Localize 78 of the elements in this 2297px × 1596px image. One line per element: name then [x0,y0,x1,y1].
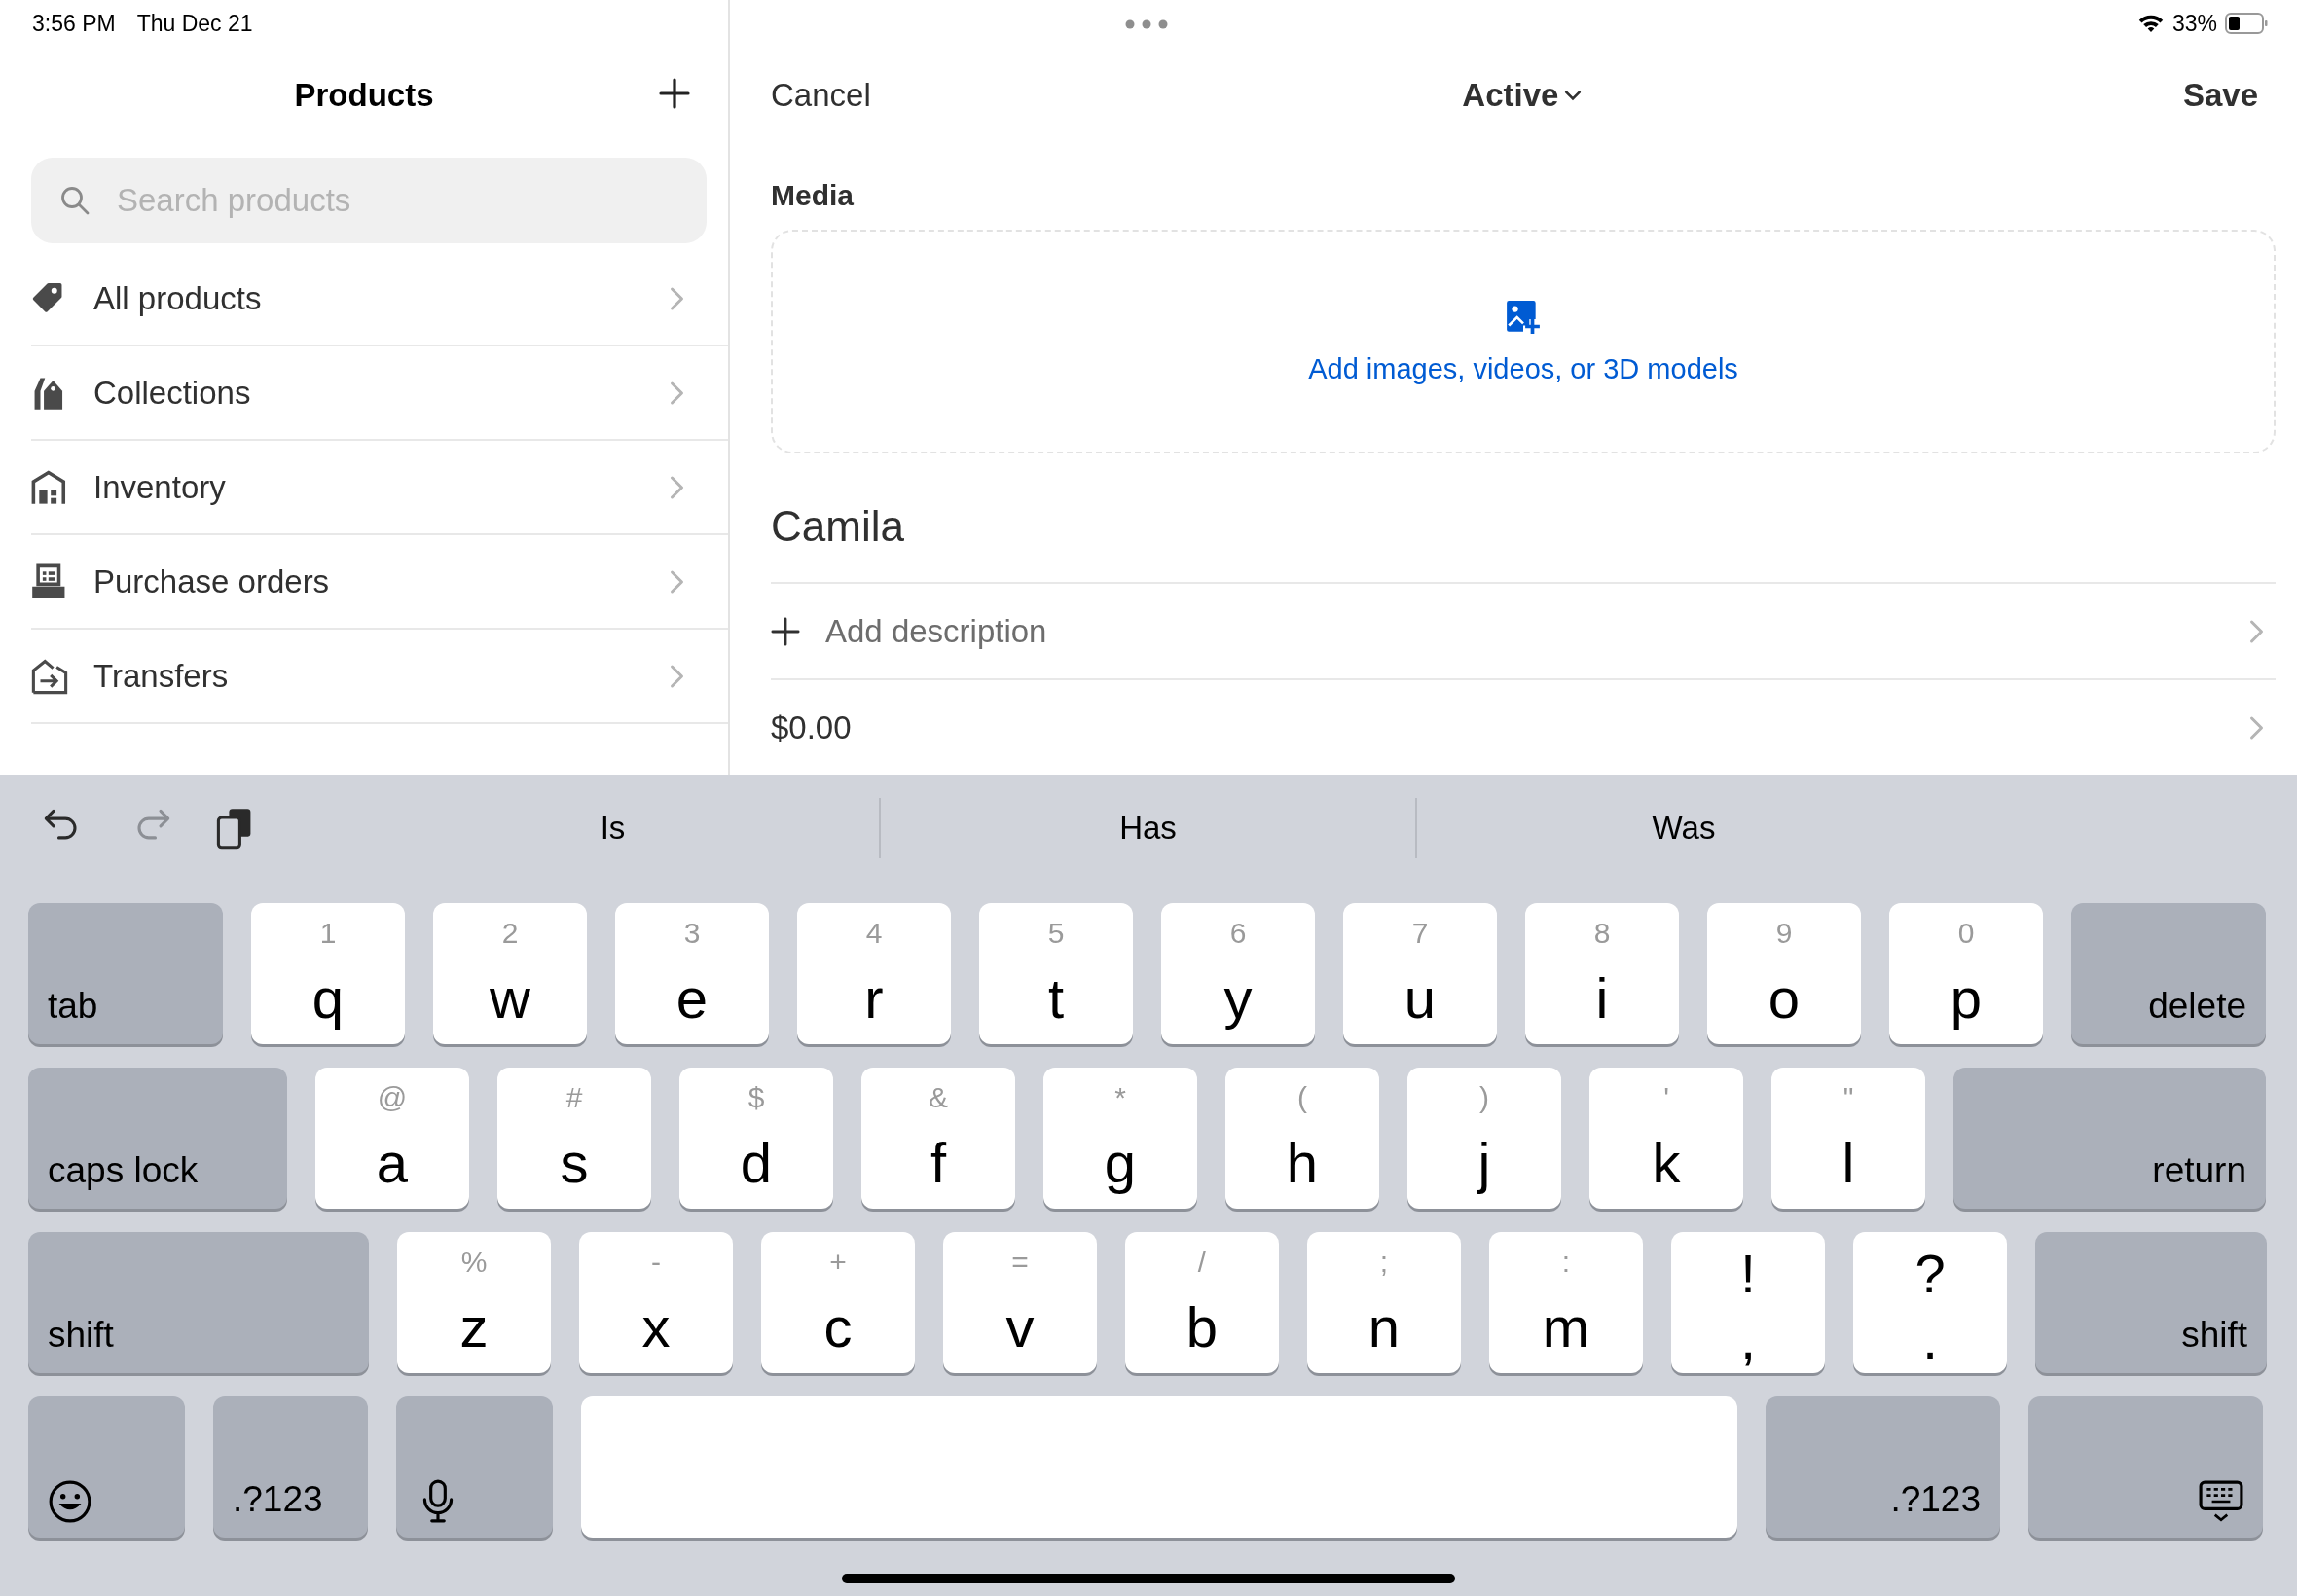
letter-key[interactable]: + c [761,1232,915,1373]
letter-key[interactable]: 4 r [797,903,951,1044]
letter-key[interactable]: ) j [1407,1068,1561,1209]
letter-key[interactable]: 2 w [433,903,587,1044]
more-icon[interactable] [1125,19,1168,29]
menu-item[interactable]: All products [31,252,728,346]
word-suggestion[interactable]: Is [346,798,879,858]
modifier-key[interactable]: tab [28,903,223,1044]
chevron-icon [670,285,684,311]
letter-key[interactable]: $ d [679,1068,833,1209]
status-dropdown[interactable]: Active [1462,77,1583,114]
letter-key[interactable]: 7 u [1343,903,1497,1044]
letter-key[interactable]: : m [1489,1232,1643,1373]
letter-key[interactable]: ; n [1307,1232,1461,1373]
modifier-key[interactable]: caps lock [28,1068,287,1209]
menu-item[interactable]: Purchase orders [31,535,728,630]
menu-item[interactable]: Collections [31,346,728,441]
letter-key[interactable]: 1 q [251,903,405,1044]
letter-key[interactable]: ? . [1853,1232,2007,1373]
keyboard-icon [2199,1479,2243,1524]
chevron-icon [670,568,684,595]
price-field[interactable]: $0.00 [771,708,2226,746]
menu-item[interactable]: Inventory [31,441,728,535]
panel-title: Products [294,77,434,114]
section-label: Media [771,179,856,212]
battery-icon [2225,13,2268,34]
modifier-key[interactable]: .?123 [213,1396,368,1538]
letter-key[interactable]: 8 i [1525,903,1679,1044]
modifier-key[interactable]: .?123 [1766,1396,2000,1538]
menu-item-icon [31,657,68,695]
modifier-key[interactable]: return [1953,1068,2266,1209]
modifier-key[interactable]: shift [28,1232,369,1373]
letter-key[interactable]: ' k [1589,1068,1743,1209]
cancel-button[interactable]: Cancel [771,77,871,114]
letter-key[interactable]: - x [579,1232,733,1373]
letter-key[interactable]: ! , [1671,1232,1825,1373]
letter-key[interactable]: & f [861,1068,1015,1209]
chevron-icon [670,380,684,406]
letter-key[interactable]: ( h [1225,1068,1379,1209]
search-field[interactable]: Search products [31,158,707,243]
letter-key[interactable]: # s [497,1068,651,1209]
letter-key[interactable]: 5 t [979,903,1133,1044]
hide-keyboard-key[interactable] [2028,1396,2263,1538]
battery-percent: 33% [2171,10,2217,37]
save-button[interactable]: Save [2182,77,2258,114]
status-date: Thu Dec 21 [136,10,253,37]
letter-key[interactable]: @ a [315,1068,469,1209]
chevron-icon [2249,714,2264,741]
wifi-icon [2136,14,2165,33]
emoji-key[interactable] [28,1396,185,1538]
menu-item-icon [31,468,68,506]
letter-key[interactable]: / b [1125,1232,1279,1373]
product-title: Camila [771,502,905,552]
letter-key[interactable]: 3 e [615,903,769,1044]
letter-key[interactable]: * g [1043,1068,1197,1209]
letter-key[interactable]: " l [1771,1068,1925,1209]
letter-key[interactable]: = v [943,1232,1097,1373]
modifier-key[interactable]: delete [2071,903,2266,1044]
letter-key[interactable]: 0 p [1889,903,2043,1044]
chevron-icon [670,474,684,500]
chevron-icon [2249,618,2264,644]
word-suggestion[interactable]: Has [879,798,1415,858]
letter-key[interactable]: % z [397,1232,551,1373]
image-add-icon [1505,298,1542,336]
chevron-icon [670,663,684,689]
letter-key[interactable]: 9 o [1707,903,1861,1044]
modifier-key[interactable]: shift [2035,1232,2267,1373]
status-time: 3:56 PM [32,10,116,37]
plus-icon [659,78,690,109]
smiley-icon [48,1479,92,1524]
word-suggestion[interactable]: Was [1415,798,1951,858]
media-dropzone[interactable]: Add images, videos, or 3D models [771,230,2276,453]
letter-key[interactable]: 6 y [1161,903,1315,1044]
plus-icon [771,616,800,646]
dictation-key[interactable] [396,1396,553,1538]
add-media-link[interactable]: Add images, videos, or 3D models [1308,352,1738,385]
menu-item[interactable]: Transfers [31,630,728,724]
chevron-down-icon [1564,90,1583,101]
